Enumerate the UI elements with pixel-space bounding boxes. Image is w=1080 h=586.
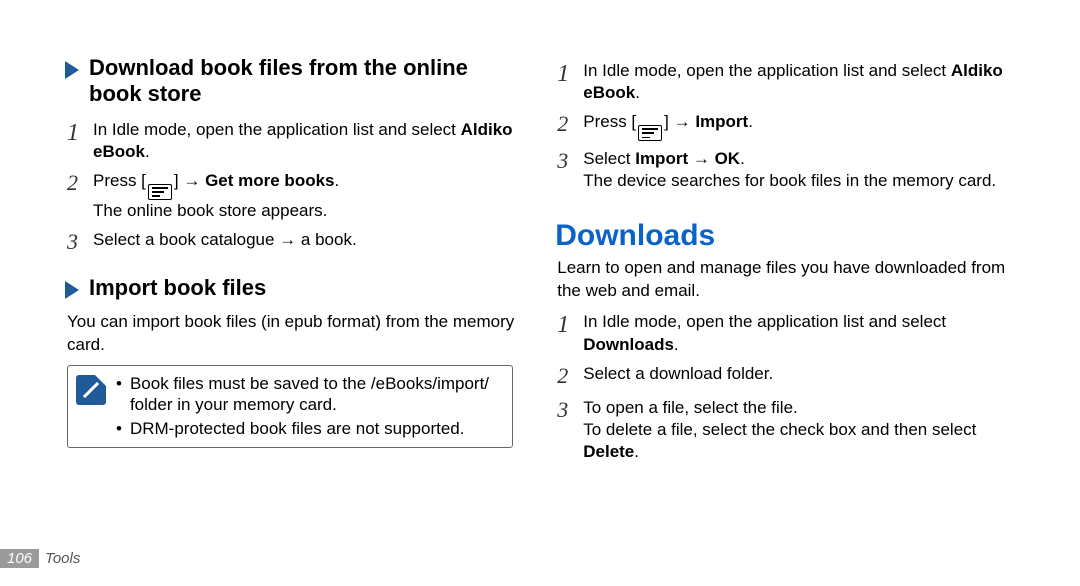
step-body: In Idle mode, open the application list …: [93, 118, 515, 163]
left-column: Download book files from the online book…: [65, 55, 515, 586]
chevron-right-icon: [65, 61, 79, 79]
heading-import: Import book files: [65, 275, 515, 301]
heading-import-text: Import book files: [89, 275, 266, 301]
heading-download: Download book files from the online book…: [65, 55, 515, 108]
chevron-right-icon: [65, 281, 79, 299]
step-body: Press [] → Import.: [583, 110, 753, 141]
page-footer: 106 Tools: [0, 549, 80, 568]
step-body: To open a file, select the file. To dele…: [583, 396, 1020, 463]
heading-download-text: Download book files from the online book…: [89, 55, 515, 108]
right-step-2: 2 Press [] → Import.: [557, 110, 1020, 141]
step-subtext: To delete a file, select the check box a…: [583, 419, 1020, 463]
step-body: Select a book catalogue → a book.: [93, 228, 357, 251]
step-number: 1: [557, 310, 583, 341]
step-subtext: The online book store appears.: [93, 200, 339, 222]
right-step-1: 1 In Idle mode, open the application lis…: [557, 59, 1020, 104]
download-step-3: 3 Select a book catalogue → a book.: [67, 228, 515, 257]
downloads-step-2: 2 Select a download folder.: [557, 362, 1020, 391]
note-item: Book files must be saved to the /eBooks/…: [116, 373, 502, 416]
right-column: 1 In Idle mode, open the application lis…: [555, 55, 1020, 586]
menu-icon: [638, 125, 662, 141]
section-title-downloads: Downloads: [555, 219, 1020, 253]
import-intro: You can import book files (in epub forma…: [67, 311, 515, 357]
page-root: Download book files from the online book…: [0, 0, 1080, 586]
step-number: 2: [67, 169, 93, 198]
note-item: DRM-protected book files are not support…: [116, 418, 502, 439]
step-number: 2: [557, 362, 583, 391]
step-body: Select Import → OK. The device searches …: [583, 147, 996, 192]
right-step-3: 3 Select Import → OK. The device searche…: [557, 147, 1020, 192]
note-icon: [76, 375, 106, 405]
downloads-step-3: 3 To open a file, select the file. To de…: [557, 396, 1020, 463]
step-number: 3: [67, 228, 93, 257]
download-step-1: 1 In Idle mode, open the application lis…: [67, 118, 515, 163]
menu-icon: [148, 184, 172, 200]
step-body: Press [] → Get more books. The online bo…: [93, 169, 339, 222]
step-number: 1: [67, 118, 93, 149]
step-number: 1: [557, 59, 583, 90]
downloads-step-1: 1 In Idle mode, open the application lis…: [557, 310, 1020, 355]
downloads-intro: Learn to open and manage files you have …: [557, 257, 1020, 303]
footer-section: Tools: [45, 550, 80, 567]
step-body: In Idle mode, open the application list …: [583, 310, 1020, 355]
note-box: Book files must be saved to the /eBooks/…: [67, 365, 513, 448]
step-number: 2: [557, 110, 583, 139]
step-subtext: The device searches for book files in th…: [583, 170, 996, 192]
step-number: 3: [557, 147, 583, 176]
step-number: 3: [557, 396, 583, 425]
step-body: Select a download folder.: [583, 362, 773, 385]
download-step-2: 2 Press [] → Get more books. The online …: [67, 169, 515, 222]
note-list: Book files must be saved to the /eBooks/…: [116, 367, 502, 441]
step-body: In Idle mode, open the application list …: [583, 59, 1020, 104]
page-number: 106: [0, 549, 39, 568]
